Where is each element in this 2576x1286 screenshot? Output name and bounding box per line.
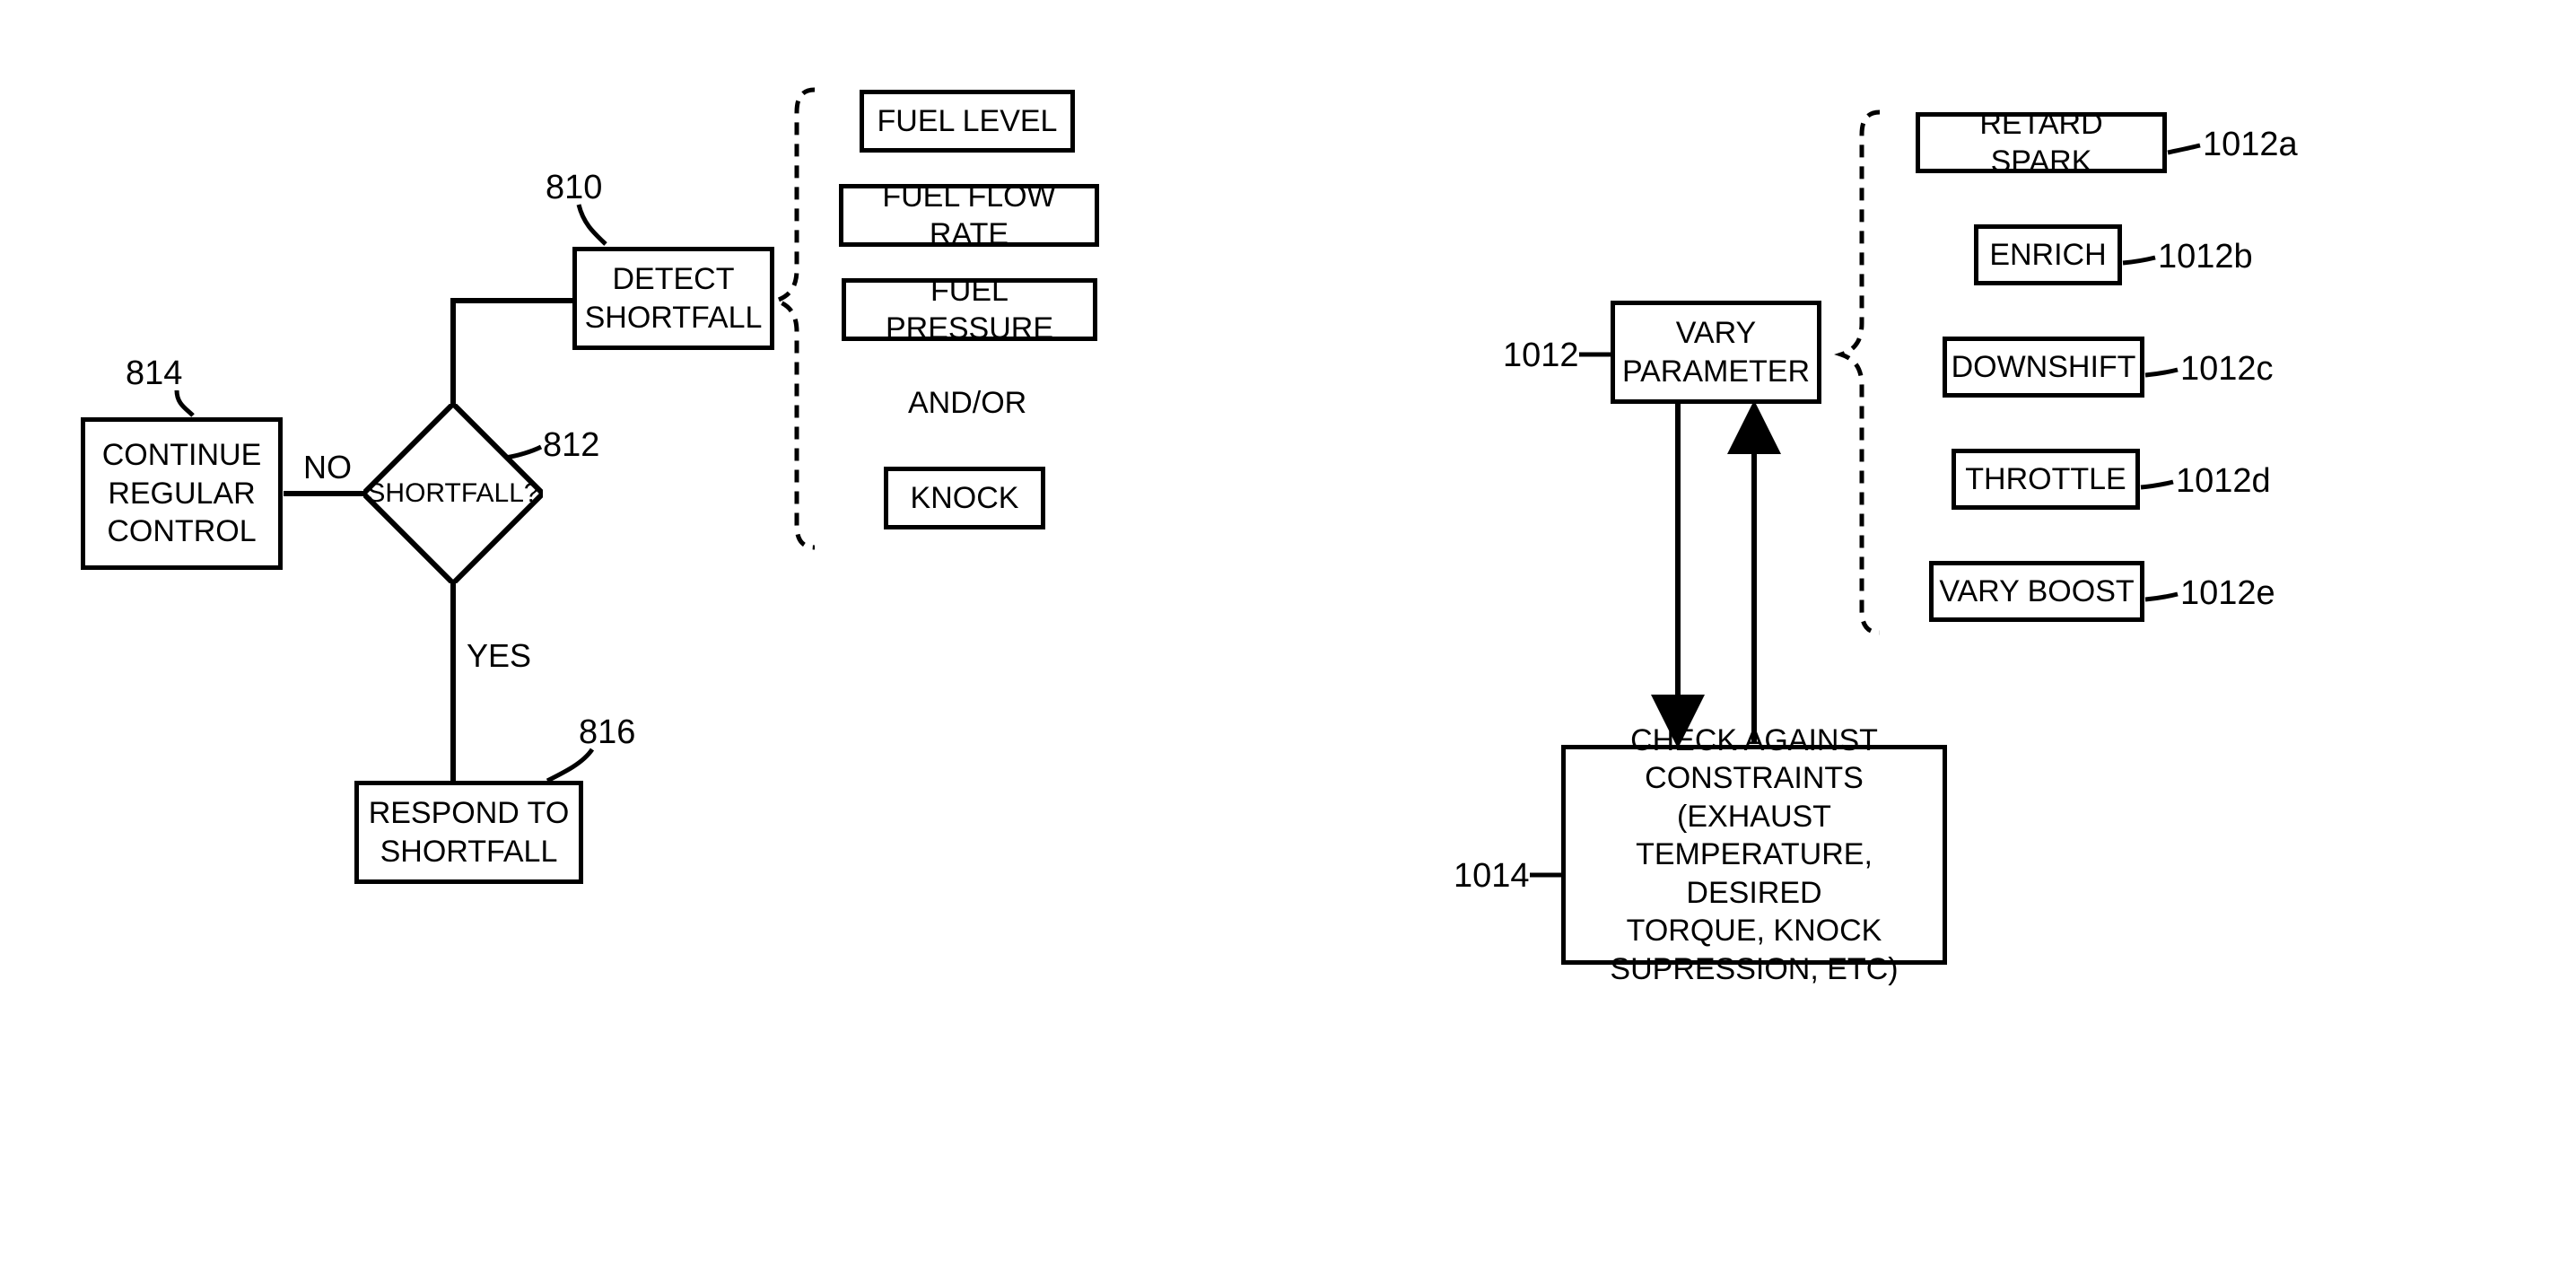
- decision-shortfall: SHORTFALL?: [363, 404, 543, 583]
- edge-yes: YES: [467, 637, 531, 675]
- opt-enrich: ENRICH: [1974, 224, 2122, 285]
- opt-vary-boost: VARY BOOST: [1929, 561, 2144, 622]
- ref-816: 816: [579, 713, 635, 752]
- ref-1012d: 1012d: [2176, 462, 2271, 501]
- ref-812: 812: [543, 426, 599, 465]
- opt-fuel-pressure: FUEL PRESSURE: [842, 278, 1097, 341]
- opt-andor: AND/OR: [908, 386, 1026, 421]
- opt-throttle: THROTTLE: [1952, 449, 2140, 510]
- box-vary-parameter: VARY PARAMETER: [1611, 301, 1821, 404]
- edge-no: NO: [303, 449, 352, 486]
- opt-fuel-level: FUEL LEVEL: [860, 90, 1075, 153]
- opt-knock: KNOCK: [884, 467, 1045, 529]
- box-continue-regular-control: CONTINUE REGULAR CONTROL: [81, 417, 283, 570]
- ref-1012e: 1012e: [2180, 574, 2275, 613]
- decision-label: SHORTFALL?: [363, 404, 543, 583]
- box-detect-shortfall: DETECT SHORTFALL: [572, 247, 774, 350]
- ref-1012: 1012: [1503, 337, 1579, 375]
- box-respond-shortfall: RESPOND TO SHORTFALL: [354, 781, 583, 884]
- ref-814: 814: [126, 354, 182, 393]
- ref-1012a: 1012a: [2203, 126, 2298, 164]
- opt-fuel-flow-rate: FUEL FLOW RATE: [839, 184, 1099, 247]
- ref-810: 810: [546, 169, 602, 207]
- opt-retard-spark: RETARD SPARK: [1916, 112, 2167, 173]
- ref-1012b: 1012b: [2158, 238, 2253, 276]
- ref-1014: 1014: [1454, 857, 1530, 896]
- ref-1012c: 1012c: [2180, 350, 2274, 389]
- opt-downshift: DOWNSHIFT: [1943, 337, 2144, 398]
- diagram-canvas: CONTINUE REGULAR CONTROL 814 SHORTFALL? …: [0, 0, 2576, 1286]
- box-check-constraints: CHECK AGAINST CONSTRAINTS (EXHAUST TEMPE…: [1561, 745, 1947, 965]
